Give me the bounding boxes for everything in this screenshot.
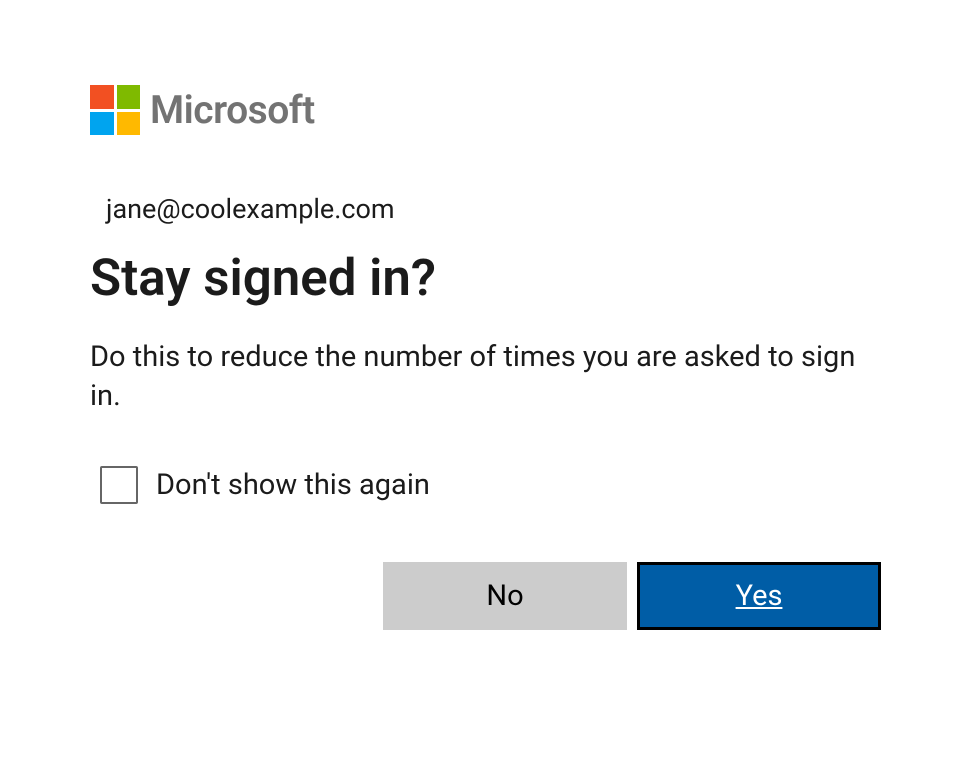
microsoft-logo-icon (90, 85, 140, 135)
dialog-description: Do this to reduce the number of times yo… (90, 338, 870, 416)
yes-button[interactable]: Yes (637, 562, 881, 630)
dialog-heading: Stay signed in? (90, 249, 876, 308)
dont-show-again-checkbox[interactable] (100, 466, 138, 504)
user-identity: jane@coolexample.com (106, 193, 876, 225)
dont-show-again-row[interactable]: Don't show this again (100, 466, 876, 504)
dont-show-again-label[interactable]: Don't show this again (156, 468, 430, 502)
brand-name: Microsoft (150, 87, 315, 133)
dialog-button-row: No Yes (90, 562, 881, 630)
brand-header: Microsoft (90, 85, 876, 135)
no-button[interactable]: No (383, 562, 627, 630)
